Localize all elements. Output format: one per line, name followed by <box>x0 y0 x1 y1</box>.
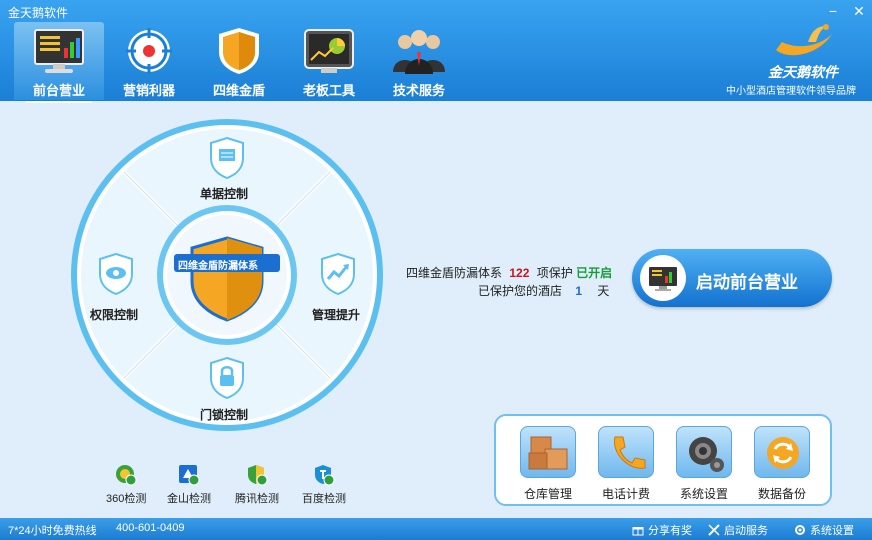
360-icon <box>115 464 137 486</box>
target-icon <box>126 28 172 74</box>
check-label: 金山检测 <box>167 493 211 505</box>
check-label: 腾讯检测 <box>235 493 279 505</box>
status-line-days: 已保护您的酒店 1 天 <box>478 282 609 299</box>
nav-label: 技术服务 <box>392 83 445 98</box>
nav-boss-tools[interactable]: 老板工具 <box>284 22 374 100</box>
link-label: 启动服务 <box>724 525 768 537</box>
tools-icon <box>708 524 720 536</box>
share-reward-link[interactable]: 分享有奖 <box>632 522 692 538</box>
phone-icon <box>598 426 654 478</box>
boxes-icon <box>520 426 576 478</box>
gears-icon <box>676 426 732 478</box>
nav-label: 老板工具 <box>302 83 355 98</box>
dashboard-chart-icon <box>304 29 354 73</box>
close-button[interactable]: ✕ <box>848 2 870 20</box>
status-mid: 项保护 <box>536 266 573 280</box>
status-prefix: 四维金盾防漏体系 <box>406 266 503 280</box>
link-label: 分享有奖 <box>648 525 692 537</box>
tool-phone-billing[interactable]: 电话计费 <box>596 426 656 502</box>
protection-wheel: 四维金盾防漏体系 单据控制 权限控制 管理提升 门锁控制 <box>68 116 386 434</box>
nav-front-desk[interactable]: 前台营业 <box>14 22 104 103</box>
days-suffix: 天 <box>597 284 610 298</box>
module-lock-control[interactable]: 门锁控制 <box>200 406 248 423</box>
module-permission-control[interactable]: 权限控制 <box>90 306 138 323</box>
tool-label: 系统设置 <box>679 487 728 501</box>
tools-panel: 仓库管理 电话计费 系统设置 数据备份 <box>494 414 832 506</box>
nav-tech-service[interactable]: 技术服务 <box>374 22 464 100</box>
gift-icon <box>632 524 644 536</box>
module-document-control[interactable]: 单据控制 <box>200 185 248 202</box>
tool-label: 电话计费 <box>601 487 650 501</box>
trend-shield-icon <box>321 252 355 296</box>
header-bar: 金天鹅软件 − ✕ 前台营业 营销利器 四维金盾 老板工具 技术服务 金天鹅软件… <box>0 0 872 103</box>
launch-label: 启动前台营业 <box>696 273 798 292</box>
monitor-chart-icon <box>34 29 84 73</box>
nav-label: 前台营业 <box>14 80 104 103</box>
nav-label: 四维金盾 <box>212 83 265 98</box>
nav-shield[interactable]: 四维金盾 <box>194 22 284 100</box>
nav-marketing[interactable]: 营销利器 <box>104 22 194 100</box>
tool-label: 数据备份 <box>757 487 806 501</box>
brand-slogan: 中小型酒店管理软件领导品牌 <box>726 86 856 97</box>
eye-shield-icon <box>99 252 133 296</box>
tool-warehouse[interactable]: 仓库管理 <box>518 426 578 502</box>
tool-system-settings[interactable]: 系统设置 <box>674 426 734 502</box>
gear-icon <box>794 524 806 536</box>
check-360[interactable]: 360检测 <box>106 464 146 506</box>
launch-front-desk-button[interactable]: 启动前台营业 <box>632 249 832 307</box>
nav-label: 营销利器 <box>122 83 175 98</box>
center-shield-label: 四维金盾防漏体系 <box>178 261 258 272</box>
baidu-icon <box>313 464 335 486</box>
tool-data-backup[interactable]: 数据备份 <box>752 426 812 502</box>
tencent-icon <box>246 464 268 486</box>
brand-logo: 金天鹅软件 中小型酒店管理软件领导品牌 <box>708 20 858 97</box>
monitor-icon <box>649 267 677 291</box>
main-nav: 前台营业 营销利器 四维金盾 老板工具 技术服务 <box>14 22 464 103</box>
system-settings-link[interactable]: 系统设置 <box>794 522 854 538</box>
protected-days: 1 <box>575 284 583 298</box>
status-line-protection: 四维金盾防漏体系 122 项保护 已开启 <box>406 264 612 281</box>
kingsoft-icon <box>178 464 200 486</box>
check-baidu[interactable]: 百度检测 <box>302 464 346 506</box>
status-bar: 7*24小时免费热线 400-601-0409 分享有奖 启动服务 系统设置 <box>0 518 872 540</box>
check-label: 360检测 <box>106 493 147 505</box>
hotline-label: 7*24小时免费热线 <box>8 525 97 537</box>
launch-icon-bg <box>640 255 686 301</box>
brand-name: 金天鹅软件 <box>768 64 838 80</box>
status-enabled-badge: 已开启 <box>576 266 613 280</box>
shield-icon <box>219 28 259 74</box>
window-title: 金天鹅软件 <box>8 6 69 20</box>
minimize-button[interactable]: − <box>822 2 844 20</box>
lock-shield-icon <box>210 356 244 400</box>
check-label: 百度检测 <box>302 493 346 505</box>
start-service-link[interactable]: 启动服务 <box>708 522 768 538</box>
check-kingsoft[interactable]: 金山检测 <box>167 464 211 506</box>
module-management-upgrade[interactable]: 管理提升 <box>312 306 360 323</box>
protection-count: 122 <box>509 266 530 280</box>
staff-group-icon <box>393 30 445 74</box>
tool-label: 仓库管理 <box>523 487 572 501</box>
link-label: 系统设置 <box>810 525 854 537</box>
refresh-icon <box>754 426 810 478</box>
check-tencent[interactable]: 腾讯检测 <box>235 464 279 506</box>
swan-logo-icon <box>776 24 832 56</box>
hotline-number: 400-601-0409 <box>116 522 185 534</box>
days-prefix: 已保护您的酒店 <box>478 284 563 298</box>
document-shield-icon <box>210 136 244 180</box>
